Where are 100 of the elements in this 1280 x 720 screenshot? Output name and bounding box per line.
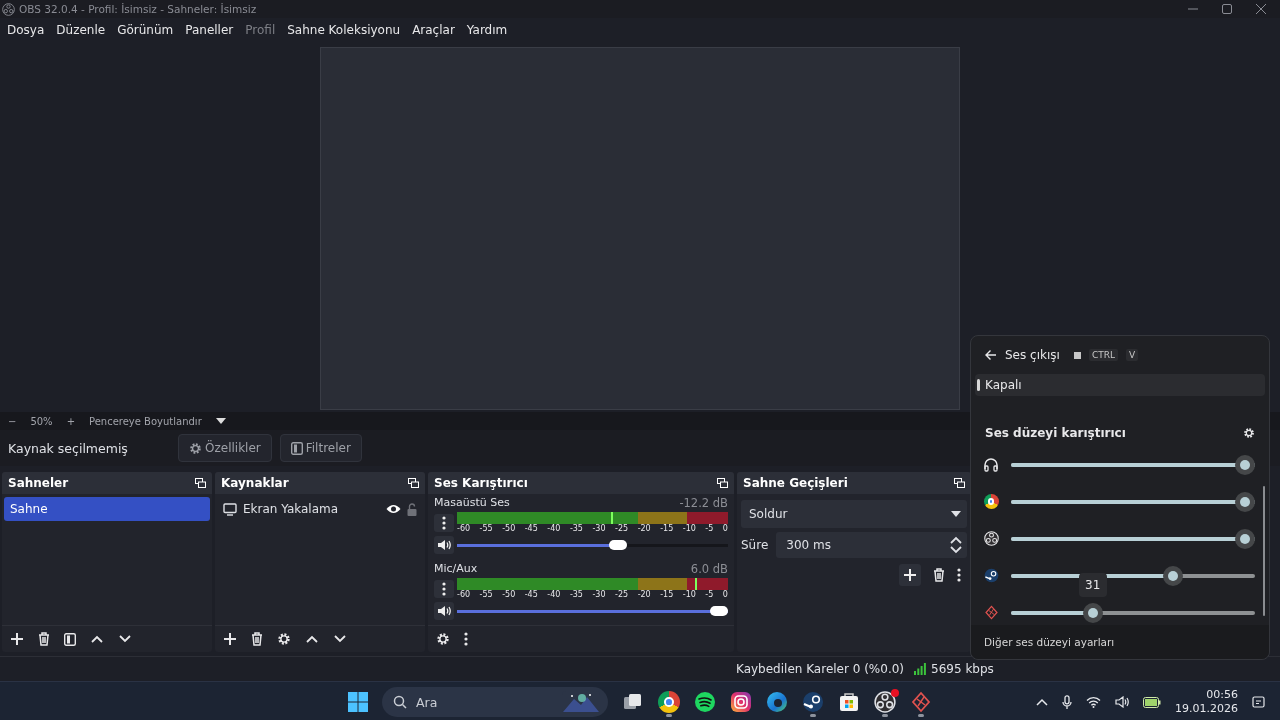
unlocked-padlock-icon[interactable] [407, 502, 417, 516]
chrome-icon[interactable] [983, 494, 999, 509]
windows-start-icon[interactable] [348, 692, 368, 712]
filters-button[interactable]: Filtreler [279, 434, 362, 462]
delete-icon[interactable] [251, 632, 263, 646]
notifications-icon[interactable] [1252, 695, 1266, 709]
undock-icon[interactable] [954, 478, 965, 488]
more-options-icon[interactable] [957, 568, 961, 582]
slider-thumb[interactable] [1235, 491, 1255, 512]
volume-icon[interactable] [1115, 696, 1129, 708]
more-options-icon[interactable] [464, 632, 468, 646]
filter-icon[interactable] [290, 441, 303, 455]
menu-item[interactable]: Araçlar [406, 23, 461, 37]
clock-date[interactable]: 19.01.2026 [1175, 702, 1238, 716]
menu-item[interactable]: Yardım [460, 23, 514, 37]
volume-tooltip: 31 [1078, 572, 1107, 597]
maximize-icon[interactable] [1222, 4, 1232, 14]
undock-icon[interactable] [717, 478, 728, 488]
channel-name: Masaüstü Ses [434, 496, 510, 510]
transition-dropdown[interactable]: Soldur [741, 500, 967, 528]
channel-name: Mic/Aux [434, 562, 478, 576]
panel-title: Sahneler [8, 476, 69, 490]
more-options-icon[interactable] [442, 516, 446, 530]
slider-thumb[interactable] [608, 540, 627, 550]
volume-slider[interactable] [457, 537, 728, 553]
slider-thumb[interactable] [1082, 602, 1103, 623]
menu-item[interactable]: Düzenle [50, 23, 112, 37]
meter-tick-label: -35 [569, 524, 583, 534]
steam-icon[interactable] [983, 568, 999, 583]
obs-icon[interactable] [983, 531, 999, 546]
flyout-title: Ses çıkışı [1005, 348, 1060, 362]
selection-status: Kaynak seçilmemiş [8, 440, 129, 456]
undock-icon[interactable] [195, 478, 206, 488]
menu-item[interactable]: Dosya [1, 23, 51, 37]
microphone-icon[interactable] [1062, 694, 1072, 710]
speaker-icon[interactable] [437, 539, 451, 551]
windows-key-icon [1073, 351, 1081, 359]
meter-tick-label: -30 [592, 590, 606, 600]
menu-item[interactable]: Sahne Koleksiyonu [281, 23, 407, 37]
zoom-out-button[interactable]: − [8, 415, 17, 427]
headphones-icon[interactable] [983, 456, 999, 473]
duration-field[interactable]: 300 ms [776, 532, 967, 558]
undock-icon[interactable] [408, 478, 419, 488]
keyboard-key: CTRL [1088, 349, 1118, 361]
meter-tick-label: -50 [502, 524, 516, 534]
menu-item[interactable]: Paneller [179, 23, 240, 37]
battery-charging-icon[interactable] [1143, 696, 1161, 708]
meter-tick-label: -15 [660, 524, 674, 534]
close-icon[interactable] [1256, 4, 1266, 14]
slider-thumb[interactable] [1163, 565, 1184, 586]
add-icon[interactable] [10, 632, 24, 646]
back-arrow-icon[interactable] [985, 349, 997, 361]
output-device-item[interactable]: Kapalı [975, 374, 1265, 396]
chevron-up-icon[interactable] [1036, 698, 1048, 706]
add-icon[interactable] [223, 632, 237, 646]
meter-tick-label: -25 [615, 524, 629, 534]
volume-slider[interactable] [457, 603, 728, 619]
volume-reading: -12.2 dB [679, 496, 728, 510]
meter-tick-label: -25 [615, 590, 629, 600]
diamond-app-icon[interactable] [983, 605, 999, 620]
slider-thumb[interactable] [1235, 528, 1255, 549]
slider-thumb[interactable] [710, 606, 728, 616]
volume-reading: 6.0 dB [690, 562, 728, 576]
meter-tick-label: -5 [705, 524, 714, 534]
add-icon[interactable] [903, 568, 917, 582]
more-options-icon[interactable] [442, 582, 446, 596]
meter-tick-label: -5 [705, 590, 714, 600]
section-title: Ses düzeyi karıştırıcı [985, 426, 1126, 440]
source-item[interactable]: Ekran Yakalama [243, 502, 380, 516]
meter-tick-label: 0 [722, 524, 728, 534]
dropdown-caret-icon[interactable] [215, 418, 226, 424]
scale-mode-dropdown[interactable]: Pencereye Boyutlandır [89, 415, 202, 427]
settings-icon[interactable] [189, 441, 202, 455]
obs-logo-icon[interactable] [2, 2, 15, 16]
meter-tick-label: -15 [660, 590, 674, 600]
scene-item[interactable]: Sahne [4, 497, 210, 521]
meter-tick-label: -40 [547, 524, 561, 534]
menu-item[interactable]: Görünüm [111, 23, 180, 37]
clock-time[interactable]: 00:56 [1206, 688, 1238, 702]
app-volume-slider[interactable] [1011, 454, 1255, 475]
zoom-in-button[interactable]: + [66, 415, 75, 427]
mountain-scene-icon [562, 691, 600, 713]
window-title: OBS 32.0.4 - Profil: İsimsiz - Sahneler: İsimsiz [19, 3, 257, 15]
meter-tick-label: -40 [547, 590, 561, 600]
delete-icon[interactable] [933, 568, 945, 582]
app-volume-slider[interactable] [1011, 491, 1255, 512]
meter-tick-label: -10 [682, 524, 696, 534]
meter-tick-label: -30 [592, 524, 606, 534]
app-volume-slider[interactable] [1011, 528, 1255, 549]
slider-thumb[interactable] [1235, 454, 1255, 475]
more-volume-settings-link[interactable]: Diğer ses düzeyi ayarları [971, 625, 1269, 659]
meter-tick-label: -45 [524, 590, 538, 600]
properties-button[interactable]: Özellikler [178, 434, 272, 462]
keyboard-key: V [1125, 349, 1139, 361]
speaker-icon[interactable] [437, 605, 451, 617]
delete-icon[interactable] [38, 632, 50, 646]
advanced-audio-icon[interactable] [436, 632, 450, 646]
eye-icon[interactable] [386, 504, 401, 514]
meter-tick-label: -35 [569, 590, 583, 600]
wifi-icon[interactable] [1086, 696, 1101, 708]
